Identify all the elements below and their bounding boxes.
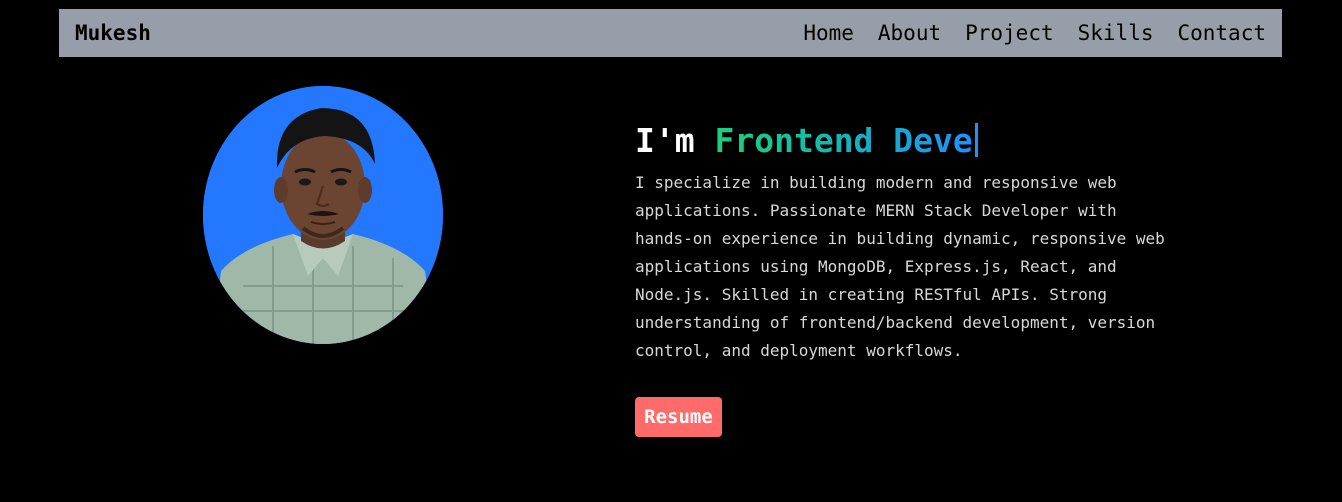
headline-prefix: I'm — [635, 121, 715, 160]
profile-photo-illustration — [203, 86, 443, 344]
nav-link-home[interactable]: Home — [803, 21, 854, 45]
nav-links: Home About Project Skills Contact — [779, 21, 1266, 45]
navbar: Mukesh Home About Project Skills Contact — [59, 9, 1282, 57]
resume-button[interactable]: Resume — [635, 397, 722, 437]
nav-link-skills[interactable]: Skills — [1078, 21, 1154, 45]
hero-description: I specialize in building modern and resp… — [635, 173, 1165, 360]
profile-avatar — [203, 86, 443, 344]
hero-headline: I'm Frontend Deve — [635, 118, 1195, 164]
brand-logo[interactable]: Mukesh — [75, 21, 151, 45]
nav-link-contact[interactable]: Contact — [1177, 21, 1266, 45]
hero-section: I'm Frontend Deve I specialize in buildi… — [635, 118, 1195, 365]
nav-link-project[interactable]: Project — [965, 21, 1054, 45]
nav-link-about[interactable]: About — [878, 21, 941, 45]
typing-cursor — [974, 123, 978, 157]
headline-typing-role: Frontend Deve — [714, 121, 973, 160]
